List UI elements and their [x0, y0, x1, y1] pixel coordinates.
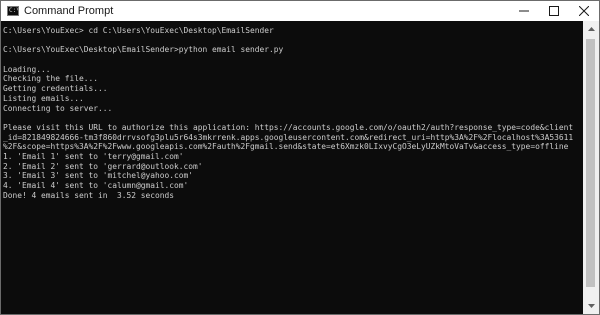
console-line: Done! 4 emails sent in 3.52 seconds: [3, 190, 175, 200]
console-line: 3. 'Email 3' sent to 'mitchel@yahoo.com': [3, 171, 194, 181]
console-line: %2F&scope=https%3A%2F%2Fwww.googleapis.c…: [3, 142, 569, 152]
scroll-up-arrow-icon: [587, 27, 595, 31]
minimize-button[interactable]: [509, 1, 539, 21]
console-line: C:\Users\YouExec\Desktop\EmailSender>pyt…: [3, 45, 284, 55]
console-line: Connecting to server...: [3, 103, 113, 113]
console-line: Loading...: [3, 64, 51, 74]
command-prompt-window: C:\ Command Prompt C:\Users\YouExec> cd …: [0, 0, 600, 315]
console-line: Getting credentials...: [3, 84, 108, 94]
console-output[interactable]: C:\Users\YouExec> cd C:\Users\YouExec\De…: [1, 21, 583, 314]
console-line: 2. 'Email 2' sent to 'gerrard@outlook.co…: [3, 161, 203, 171]
scroll-down-button[interactable]: [583, 298, 599, 314]
console-line: _id=821849824666-tm3f860drrvsofg3plu5r64…: [3, 132, 574, 142]
window-controls: [509, 1, 599, 21]
console-line: Checking the file...: [3, 74, 99, 84]
vertical-scrollbar[interactable]: [583, 21, 599, 314]
cmd-icon[interactable]: C:\: [7, 6, 19, 16]
console-line: Please visit this URL to authorize this …: [3, 122, 574, 132]
console-line: Listing emails...: [3, 93, 84, 103]
minimize-icon: [519, 10, 529, 12]
console-line: 4. 'Email 4' sent to 'calumn@gmail.com': [3, 181, 189, 190]
window-title: Command Prompt: [24, 5, 114, 17]
maximize-button[interactable]: [539, 1, 569, 21]
close-button[interactable]: [569, 1, 599, 21]
scrollbar-thumb[interactable]: [586, 39, 595, 287]
close-icon: [579, 6, 589, 16]
console-line: C:\Users\YouExec> cd C:\Users\YouExec\De…: [3, 26, 274, 35]
console-line: 1. 'Email 1' sent to 'terry@gmail.com': [3, 151, 184, 161]
scroll-up-button[interactable]: [583, 21, 599, 37]
maximize-icon: [549, 6, 559, 16]
scroll-down-arrow-icon: [587, 304, 595, 308]
title-bar[interactable]: C:\ Command Prompt: [1, 1, 599, 21]
